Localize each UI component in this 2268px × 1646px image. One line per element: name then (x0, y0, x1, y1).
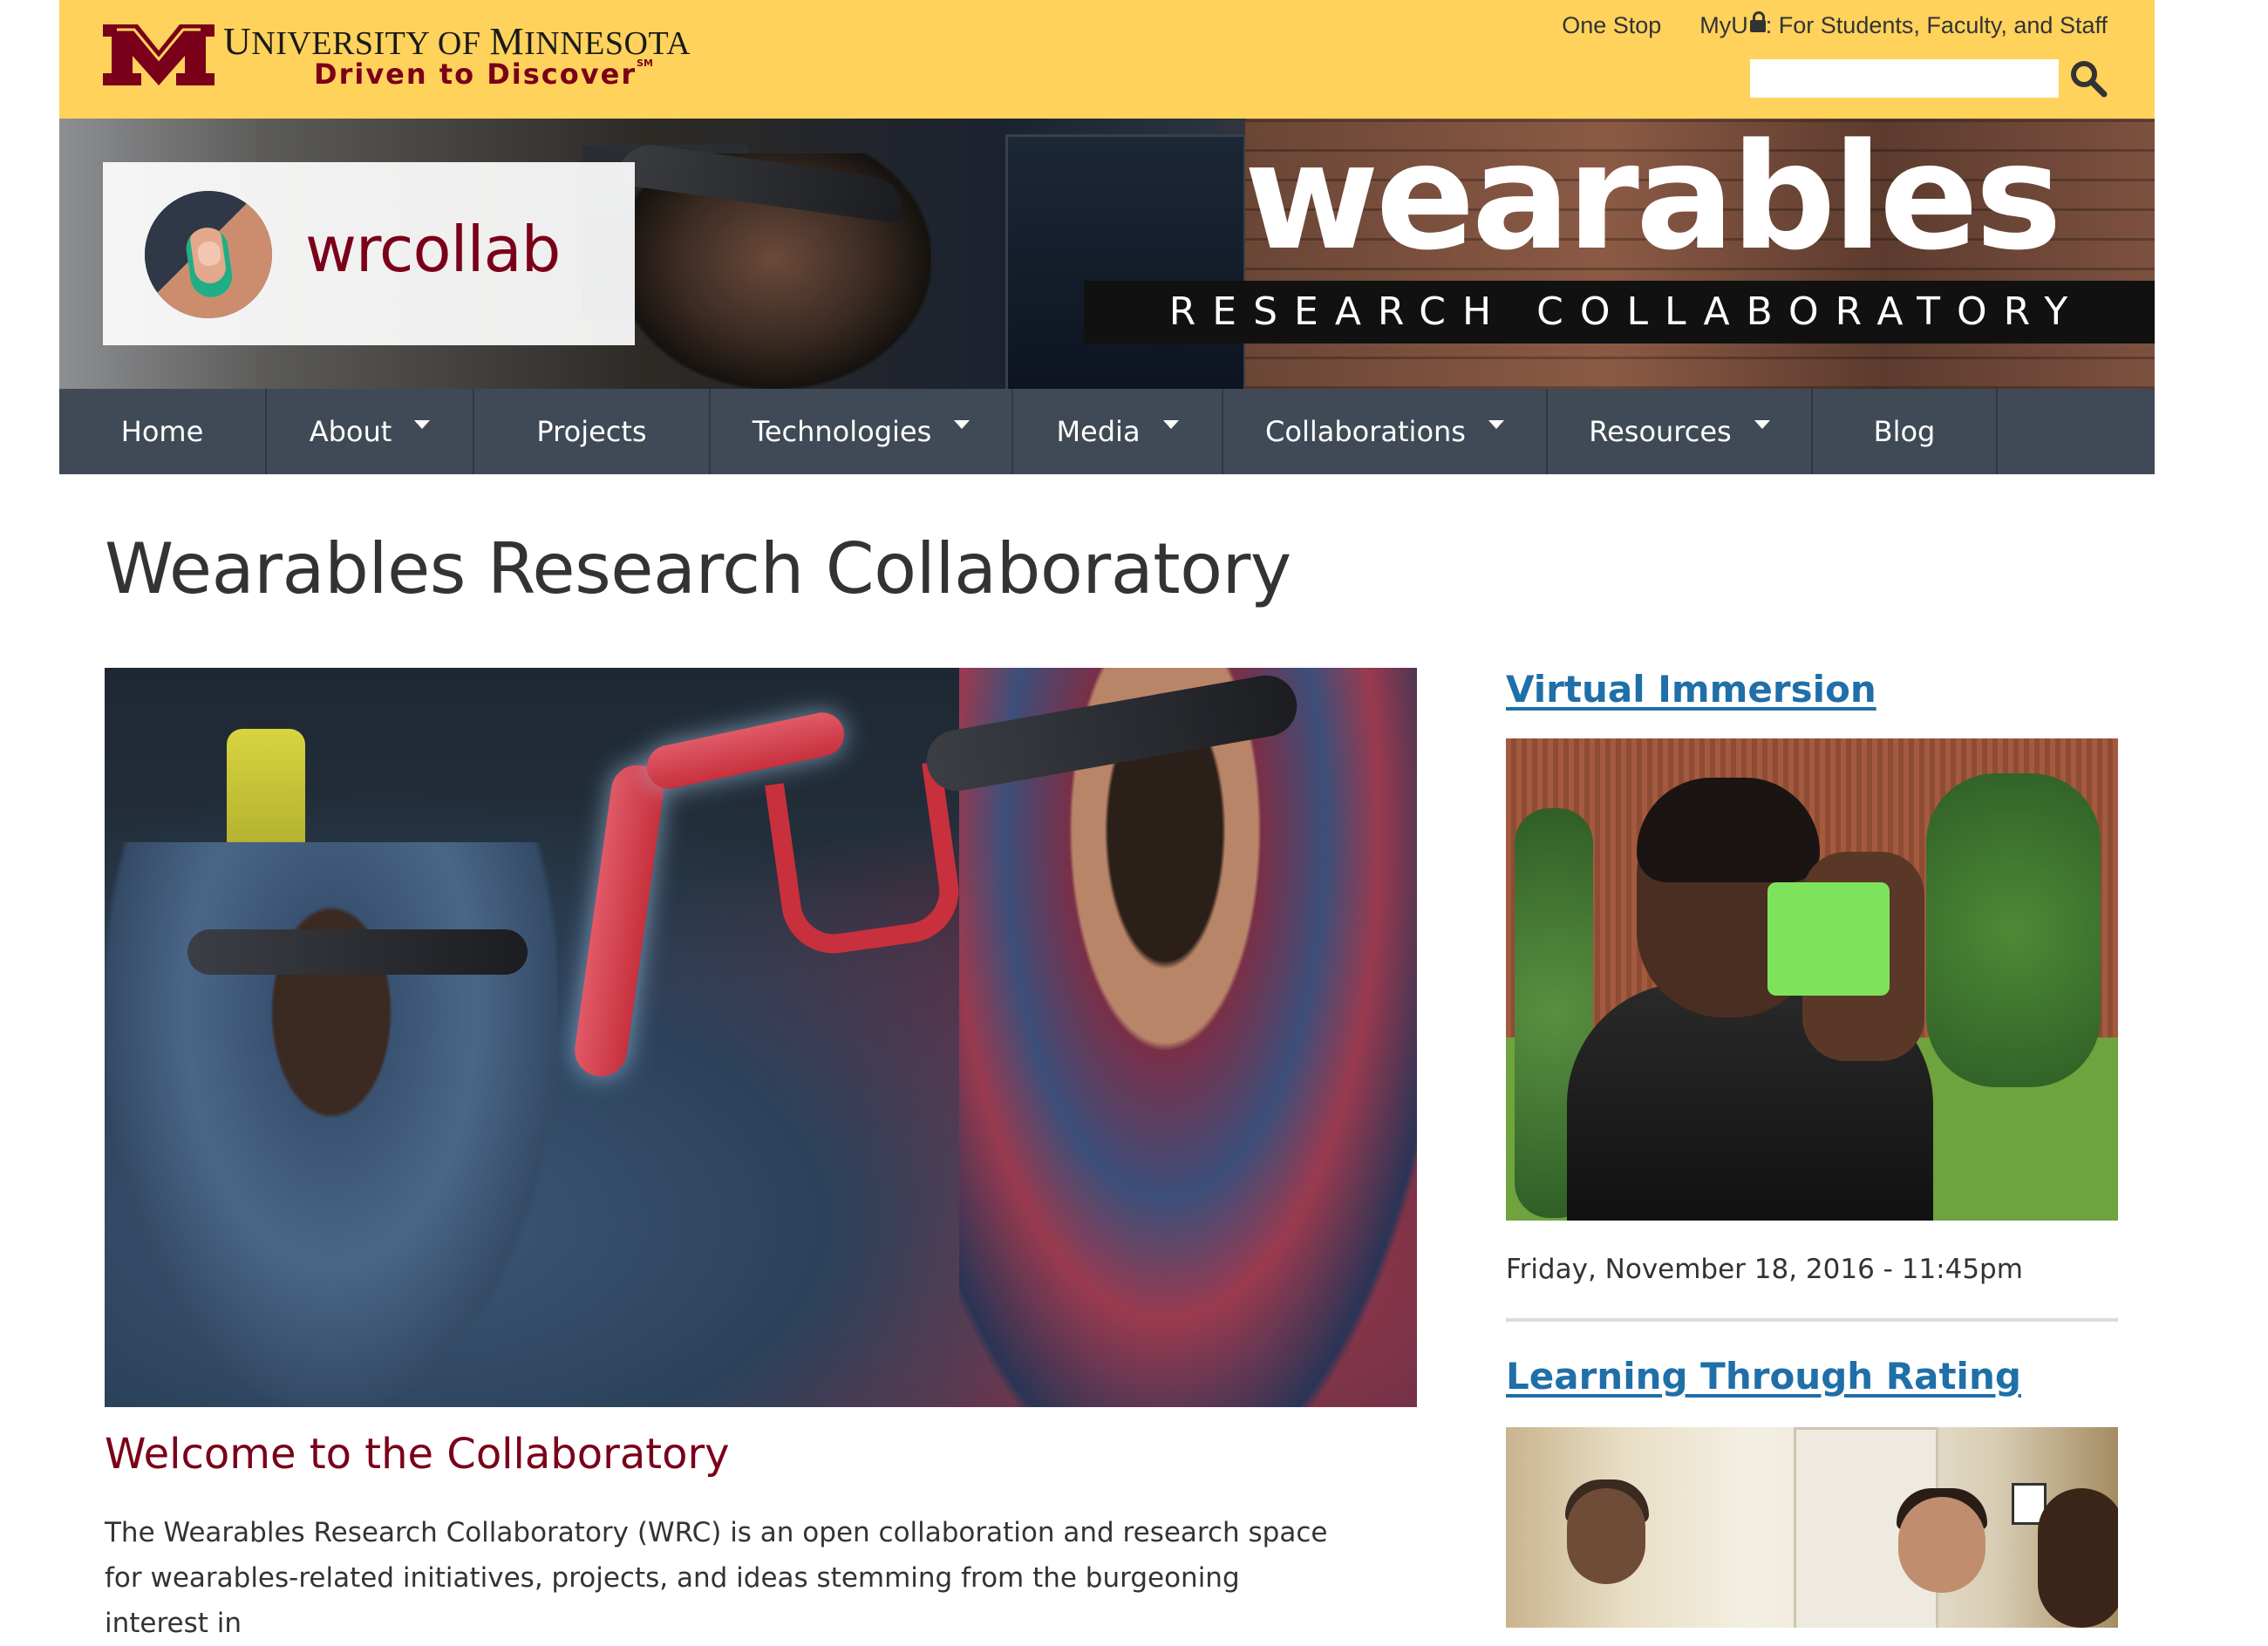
nav-item-technologies[interactable]: Technologies (711, 389, 1013, 474)
wrcollab-logo-icon (145, 191, 272, 318)
umn-utility-links: One Stop MyU: For Students, Faculty, and … (1562, 11, 2108, 39)
umn-logo-link[interactable]: UNIVERSITY OF MINNESOTA Driven to Discov… (103, 19, 691, 98)
nav-item-collaborations[interactable]: Collaborations (1223, 389, 1548, 474)
story-image[interactable] (1506, 738, 2118, 1221)
story-image[interactable] (1506, 1427, 2118, 1628)
nav-item-media[interactable]: Media (1013, 389, 1223, 474)
news-sidebar: Virtual Immersion Friday, November 18, 2… (1506, 668, 2118, 1628)
one-stop-link[interactable]: One Stop (1562, 12, 1661, 39)
myu-link[interactable]: MyU: For Students, Faculty, and Staff (1699, 11, 2108, 39)
caret-down-icon[interactable] (954, 420, 971, 429)
story-title-link[interactable]: Virtual Immersion (1506, 668, 2118, 711)
page-title: Wearables Research Collaboratory (105, 528, 1291, 609)
story-divider (1506, 1318, 2118, 1322)
banner-subtitle: RESEARCH COLLABORATORY (1084, 281, 2155, 343)
umn-search-input[interactable] (1750, 59, 2059, 98)
nav-item-about[interactable]: About (267, 389, 474, 474)
site-banner: wrcollab wearables RESEARCH COLLABORATOR… (59, 119, 2155, 389)
main-nav: Home About Projects Technologies Media C… (59, 389, 2155, 474)
story-date: Friday, November 18, 2016 - 11:45pm (1506, 1254, 2023, 1285)
umn-header: UNIVERSITY OF MINNESOTA Driven to Discov… (59, 0, 2155, 119)
banner-monitor-bg (1005, 134, 1246, 389)
site-wrapper: UNIVERSITY OF MINNESOTA Driven to Discov… (59, 0, 2155, 474)
nav-item-blog[interactable]: Blog (1813, 389, 1998, 474)
banner-title: wearables (1243, 119, 2062, 282)
intro-paragraph: The Wearables Research Collaboratory (WR… (105, 1517, 1328, 1639)
story-title-link[interactable]: Learning Through Rating (1506, 1355, 2118, 1398)
nav-item-home[interactable]: Home (59, 389, 267, 474)
site-brand-name: wrcollab (305, 213, 561, 286)
nav-item-projects[interactable]: Projects (474, 389, 711, 474)
hero-image (105, 668, 1417, 1407)
caret-down-icon[interactable] (414, 420, 431, 429)
caret-down-icon[interactable] (1162, 420, 1179, 429)
lock-icon (1749, 11, 1766, 32)
caret-down-icon[interactable] (1754, 420, 1770, 429)
caret-down-icon[interactable] (1488, 420, 1504, 429)
nav-item-resources[interactable]: Resources (1548, 389, 1813, 474)
umn-tagline: Driven to DiscoverSM (314, 58, 653, 91)
umn-block-m-logo (103, 24, 215, 85)
search-icon[interactable] (2069, 59, 2108, 98)
welcome-heading: Welcome to the Collaboratory (105, 1430, 730, 1479)
site-brand-link[interactable]: wrcollab (103, 162, 635, 345)
